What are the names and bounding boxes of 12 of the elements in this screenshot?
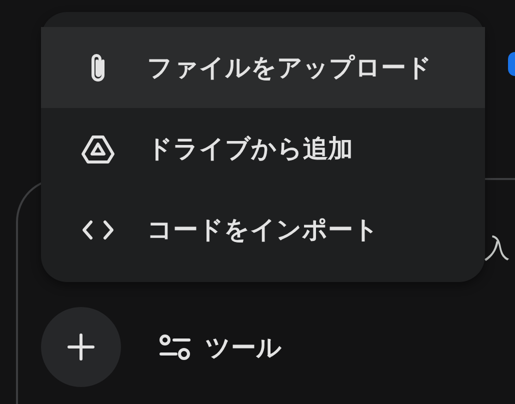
menu-label: コードをインポート: [147, 214, 379, 246]
menu-label: ドライブから追加: [147, 133, 353, 165]
triangle-icon: [81, 134, 115, 164]
menu-label: ファイルをアップロード: [147, 52, 432, 84]
input-field[interactable]: 入: [484, 230, 512, 268]
tools-button[interactable]: ツール: [159, 330, 282, 364]
sliders-icon: [159, 333, 191, 361]
menu-item[interactable]: コードをインポート: [41, 189, 485, 270]
menu-item[interactable]: ドライブから追加: [41, 108, 485, 189]
code-icon: [81, 218, 115, 240]
plus-icon: [66, 332, 96, 362]
menu-item[interactable]: ファイルをアップロード: [41, 27, 485, 108]
